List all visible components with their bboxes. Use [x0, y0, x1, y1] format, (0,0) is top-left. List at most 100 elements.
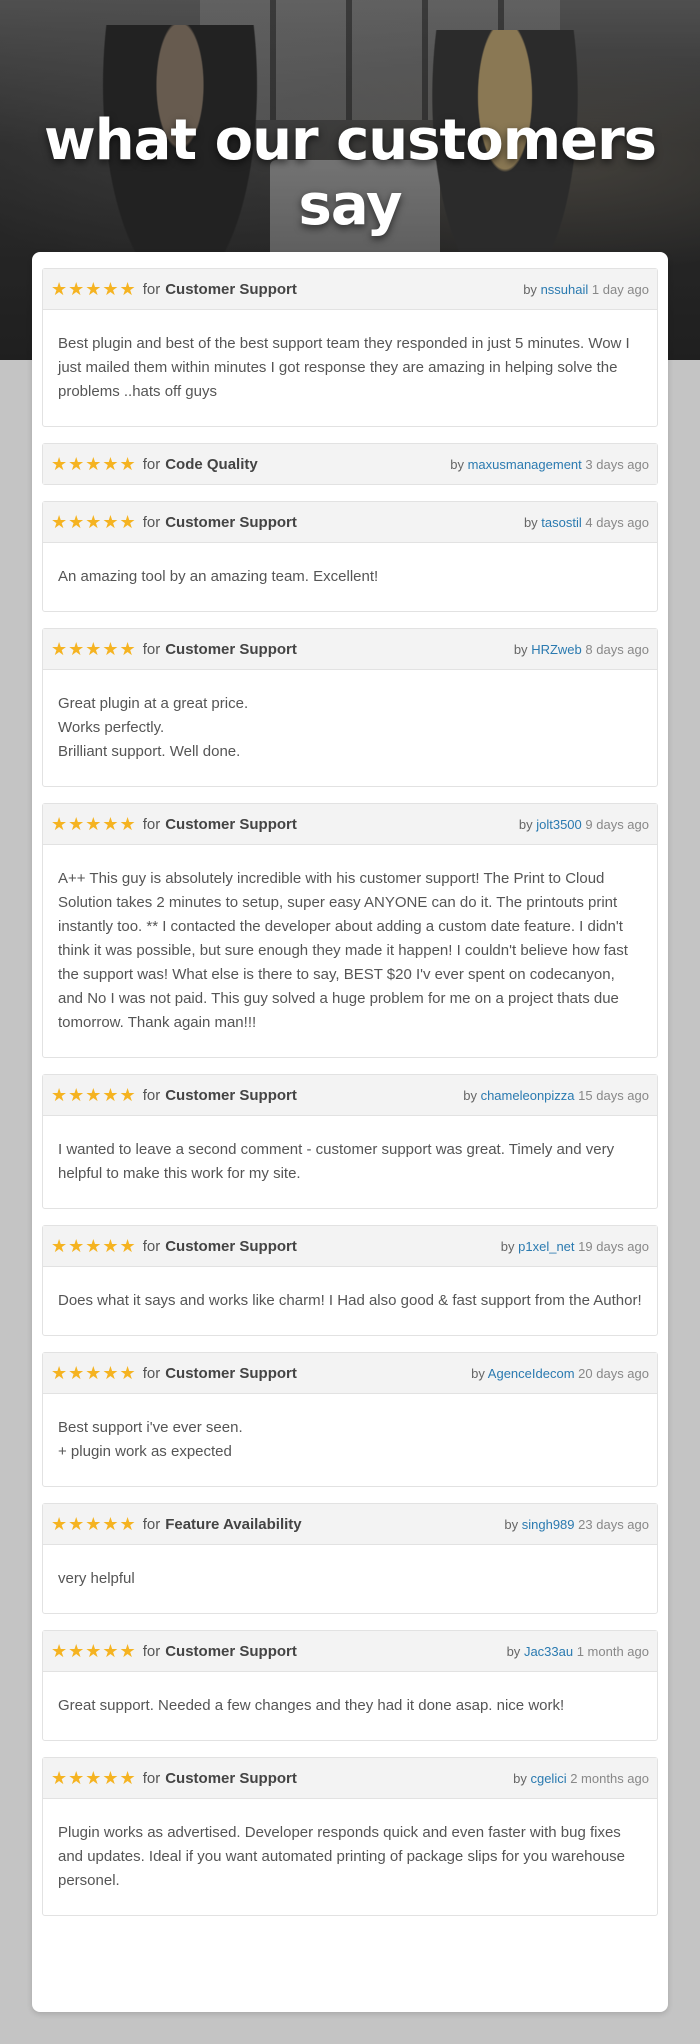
- review-meta: by chameleonpizza 15 days ago: [463, 1088, 649, 1103]
- review-text: Best plugin and best of the best support…: [58, 335, 630, 400]
- review-text: Does what it says and works like charm! …: [58, 1292, 642, 1309]
- by-label: by: [506, 1643, 521, 1659]
- review-time: 4 days ago: [585, 514, 649, 530]
- review-text: Best support i've ever seen. + plugin wo…: [58, 1419, 243, 1460]
- reviews-list: ★★★★★ for Customer Support by nssuhail 1…: [32, 252, 668, 1916]
- by-label: by: [518, 816, 533, 832]
- by-label: by: [504, 1516, 519, 1532]
- review-text: Plugin works as advertised. Developer re…: [58, 1824, 626, 1889]
- review-time: 23 days ago: [578, 1516, 649, 1532]
- review-time: 3 days ago: [585, 456, 649, 472]
- by-label: by: [450, 456, 464, 472]
- review-author-link[interactable]: singh989: [522, 1517, 575, 1532]
- review-category: Customer Support: [165, 280, 297, 298]
- review-header: ★★★★★ for Customer Support by tasostil 4…: [43, 502, 657, 543]
- rating-stars-icon: ★★★★★: [51, 1513, 137, 1534]
- review-category: Customer Support: [165, 1769, 297, 1787]
- for-label: for: [142, 455, 161, 473]
- rating-stars-icon: ★★★★★: [51, 1362, 137, 1383]
- for-label: for: [142, 1769, 161, 1787]
- review-header: ★★★★★ for Customer Support by cgelici 2 …: [43, 1758, 657, 1799]
- rating-stars-icon: ★★★★★: [51, 1767, 137, 1788]
- by-label: by: [471, 1365, 485, 1381]
- review-item: ★★★★★ for Customer Support by chameleonp…: [42, 1074, 658, 1209]
- review-header: ★★★★★ for Customer Support by jolt3500 9…: [43, 804, 657, 845]
- review-header: ★★★★★ for Customer Support by chameleonp…: [43, 1075, 657, 1116]
- review-category: Customer Support: [165, 1364, 297, 1382]
- review-author-link[interactable]: maxusmanagement: [468, 457, 582, 472]
- review-text: Great plugin at a great price. Works per…: [58, 695, 249, 760]
- review-category: Code Quality: [165, 455, 258, 473]
- review-text: very helpful: [58, 1570, 135, 1587]
- review-meta: by AgenceIdecom 20 days ago: [471, 1366, 649, 1381]
- review-author-link[interactable]: HRZweb: [531, 642, 582, 657]
- review-meta: by p1xel_net 19 days ago: [501, 1239, 649, 1254]
- review-time: 1 day ago: [591, 281, 649, 297]
- reviews-card: ★★★★★ for Customer Support by nssuhail 1…: [32, 252, 668, 2012]
- for-label: for: [142, 1086, 161, 1104]
- by-label: by: [523, 514, 538, 530]
- review-author-link[interactable]: jolt3500: [536, 817, 582, 832]
- review-author-link[interactable]: Jac33au: [524, 1644, 573, 1659]
- review-meta: by cgelici 2 months ago: [513, 1771, 649, 1786]
- review-item: ★★★★★ for Customer Support by HRZweb 8 d…: [42, 628, 658, 787]
- for-label: for: [142, 1642, 161, 1660]
- review-time: 20 days ago: [578, 1365, 649, 1381]
- review-author-link[interactable]: AgenceIdecom: [488, 1366, 575, 1381]
- for-label: for: [142, 640, 161, 658]
- review-meta: by singh989 23 days ago: [504, 1517, 649, 1532]
- for-label: for: [142, 1237, 161, 1255]
- review-author-link[interactable]: chameleonpizza: [481, 1088, 575, 1103]
- by-label: by: [523, 281, 537, 297]
- review-meta: by maxusmanagement 3 days ago: [450, 457, 649, 472]
- review-header: ★★★★★ for Customer Support by p1xel_net …: [43, 1226, 657, 1267]
- review-meta: by nssuhail 1 day ago: [523, 282, 649, 297]
- for-label: for: [142, 280, 161, 298]
- by-label: by: [500, 1238, 515, 1254]
- review-item: ★★★★★ for Customer Support by nssuhail 1…: [42, 268, 658, 427]
- rating-stars-icon: ★★★★★: [51, 638, 137, 659]
- review-header: ★★★★★ for Customer Support by nssuhail 1…: [43, 269, 657, 310]
- review-time: 1 month ago: [576, 1643, 649, 1659]
- for-label: for: [142, 1364, 161, 1382]
- review-author-link[interactable]: nssuhail: [541, 282, 589, 297]
- review-category: Customer Support: [165, 1237, 297, 1255]
- review-meta: by tasostil 4 days ago: [524, 515, 649, 530]
- for-label: for: [142, 1515, 161, 1533]
- rating-stars-icon: ★★★★★: [51, 1640, 137, 1661]
- review-author-link[interactable]: p1xel_net: [518, 1239, 574, 1254]
- rating-stars-icon: ★★★★★: [51, 1084, 137, 1105]
- review-header: ★★★★★ for Code Quality by maxusmanagemen…: [43, 444, 657, 484]
- review-header: ★★★★★ for Customer Support by Jac33au 1 …: [43, 1631, 657, 1672]
- review-header: ★★★★★ for Customer Support by AgenceIdec…: [43, 1353, 657, 1394]
- rating-stars-icon: ★★★★★: [51, 1235, 137, 1256]
- rating-stars-icon: ★★★★★: [51, 278, 137, 299]
- review-item: ★★★★★ for Customer Support by AgenceIdec…: [42, 1352, 658, 1487]
- rating-stars-icon: ★★★★★: [51, 453, 137, 474]
- review-author-link[interactable]: cgelici: [530, 1771, 566, 1786]
- review-category: Customer Support: [165, 815, 297, 833]
- by-label: by: [513, 641, 528, 657]
- review-item: ★★★★★ for Customer Support by cgelici 2 …: [42, 1757, 658, 1916]
- review-category: Customer Support: [165, 1642, 297, 1660]
- review-header: ★★★★★ for Customer Support by HRZweb 8 d…: [43, 629, 657, 670]
- review-author-link[interactable]: tasostil: [541, 515, 581, 530]
- review-item: ★★★★★ for Feature Availability by singh9…: [42, 1503, 658, 1614]
- review-item: ★★★★★ for Code Quality by maxusmanagemen…: [42, 443, 658, 485]
- review-meta: by Jac33au 1 month ago: [507, 1644, 649, 1659]
- review-category: Customer Support: [165, 513, 297, 531]
- review-time: 8 days ago: [585, 641, 649, 657]
- rating-stars-icon: ★★★★★: [51, 813, 137, 834]
- review-category: Customer Support: [165, 1086, 297, 1104]
- review-time: 19 days ago: [578, 1238, 649, 1254]
- review-time: 15 days ago: [578, 1087, 649, 1103]
- review-category: Feature Availability: [165, 1515, 302, 1533]
- review-time: 9 days ago: [585, 816, 649, 832]
- review-text: I wanted to leave a second comment - cus…: [58, 1141, 615, 1182]
- for-label: for: [142, 513, 161, 531]
- review-text: An amazing tool by an amazing team. Exce…: [58, 568, 379, 585]
- by-label: by: [513, 1770, 527, 1786]
- by-label: by: [463, 1087, 477, 1103]
- for-label: for: [142, 815, 161, 833]
- review-text: Great support. Needed a few changes and …: [58, 1697, 565, 1714]
